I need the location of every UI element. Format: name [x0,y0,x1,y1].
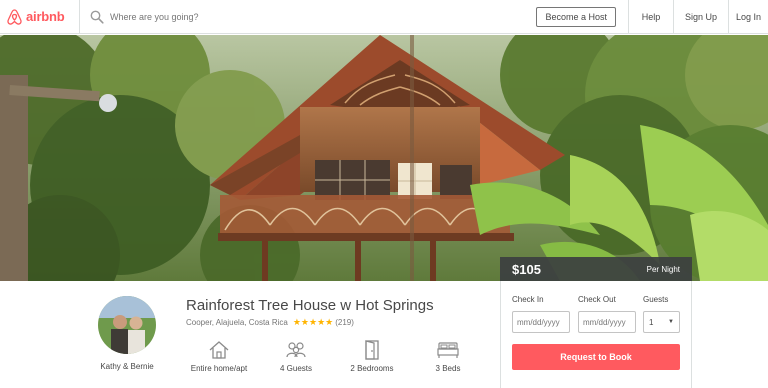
top-nav-bar: airbnb Become a Host Help Sign Up Log In [0,0,768,34]
search-input[interactable] [110,11,310,22]
nav-signup-link[interactable]: Sign Up [673,0,728,34]
chevron-down-icon: ▼ [668,319,674,325]
booking-panel: Check In Check Out Guests 1 ▼ Request to… [500,281,692,388]
guests-value: 1 [649,317,654,327]
bed-icon [413,340,483,360]
guests-select[interactable]: 1 ▼ [643,311,680,333]
search-bar[interactable] [80,0,524,34]
amenity-beds: 3 Beds [413,340,483,373]
airbnb-logo-icon [6,8,23,26]
star-icon: ★ [317,317,326,327]
request-to-book-button[interactable]: Request to Book [512,344,680,370]
star-icon: ★ [309,317,318,327]
price-bar: $105 Per Night [500,257,692,281]
guests-label: Guests [643,295,669,304]
amenity-label: 2 Bedrooms [350,364,394,373]
listing-hero-photo[interactable] [0,35,768,281]
nav-login-link[interactable]: Log In [728,0,768,34]
tree-house-illustration [0,35,768,281]
airbnb-logo[interactable]: airbnb [0,0,80,34]
listing-location-row: Cooper, Alajuela, Costa Rica ★ ★ ★ ★ ★ (… [186,318,354,328]
star-icon: ★ [292,317,301,327]
checkout-input[interactable] [578,311,636,333]
nightly-price: $105 [512,261,541,277]
amenity-label: 3 Beds [435,364,461,373]
search-icon [89,9,105,25]
guests-icon [261,340,331,360]
home-icon [184,340,254,360]
amenity-room-type: Entire home/apt [184,340,254,373]
amenity-label: Entire home/apt [190,364,248,373]
amenity-guests: 4 Guests [261,340,331,373]
avatar[interactable] [98,296,156,354]
become-host-wrap: Become a Host [524,0,628,34]
host-name: Kathy & Bernie [100,362,154,371]
host-profile[interactable]: Kathy & Bernie [92,296,162,371]
checkin-input[interactable] [512,311,570,333]
star-icon: ★ [325,317,334,327]
review-count[interactable]: (219) [335,318,354,327]
amenity-label: 4 Guests [279,364,312,373]
amenity-bedrooms: 2 Bedrooms [337,340,407,373]
listing-location: Cooper, Alajuela, Costa Rica [186,318,288,327]
price-unit-label: Per Night [646,264,680,274]
become-host-button[interactable]: Become a Host [536,6,616,27]
listing-title: Rainforest Tree House w Hot Springs [186,297,434,314]
star-icon: ★ [300,317,309,327]
door-icon [337,340,407,360]
checkout-label: Check Out [578,295,616,304]
star-rating[interactable]: ★ ★ ★ ★ ★ [293,318,333,327]
nav-help-link[interactable]: Help [628,0,673,34]
logo-wordmark: airbnb [26,9,65,24]
checkin-label: Check In [512,295,544,304]
